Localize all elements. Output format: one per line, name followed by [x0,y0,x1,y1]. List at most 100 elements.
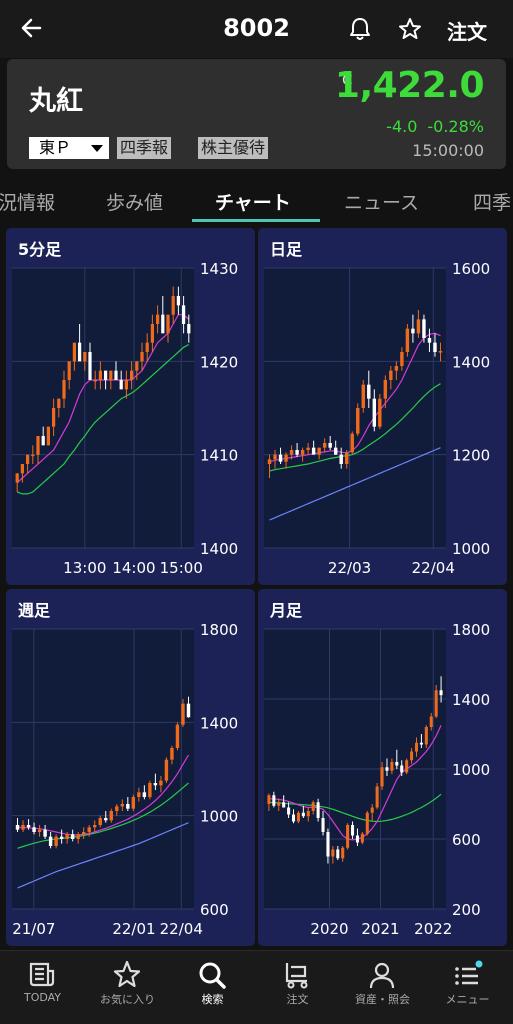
candle-body [124,380,129,390]
y-tick-label: 1400 [452,353,490,371]
chart-panel-daily[interactable]: 日足 1600 1400 1200 1000 22/03 22/04 [258,228,507,585]
candle-body [15,825,20,830]
nav-favorites[interactable]: お気に入り [85,951,170,1024]
candle-body [155,314,160,324]
tab-shikiho[interactable]: 四季 [473,188,511,215]
candle-body [427,338,432,343]
tab-status-info[interactable]: 況情報 [0,188,55,215]
tab-chart[interactable]: チャート [215,188,291,215]
newspaper-icon [29,962,55,987]
candle-body [114,370,118,380]
candle-body [109,811,113,821]
candle-body [104,818,108,821]
candle-body [81,832,86,835]
candle-body [119,380,123,390]
market-select[interactable]: 東Ｐ [29,137,109,159]
x-tick-label: 22/01 [112,920,155,938]
chart-panel-5min[interactable]: 5分足 1430 1420 1410 1400 13:00 14:00 15:00 [6,228,255,585]
candle-body [282,802,286,808]
candle-body [103,370,108,380]
chart-weekly: 1800 1400 1000 600 21/07 22/01 22/04 [12,621,238,938]
person-icon [369,962,395,989]
shikiho-tag[interactable]: 四季報 [117,137,172,159]
candle-body [267,795,271,804]
chart-panel-monthly[interactable]: 月足 1800 1400 1000 600 200 2020 2021 2022 [258,589,507,946]
candle-body [175,724,180,748]
stock-summary-card: 丸紅 C 1,422.0 -4.0 -0.28% 15:00:00 東Ｐ 四季報 … [7,59,506,169]
candle-body [331,849,335,857]
tab-news[interactable]: ニュース [344,188,419,215]
candle-body [181,703,185,725]
chart-5min: 1430 1420 1410 1400 13:00 14:00 15:00 [12,260,238,577]
candle-body [159,780,163,786]
candle-body [350,433,354,453]
cart-icon [285,963,308,989]
nav-today[interactable]: TODAY [0,951,85,1024]
candle-body [31,454,35,457]
change-percent: -0.28% [427,117,484,136]
change-value: -4.0 [386,117,418,136]
candle-body [289,450,294,455]
candle-body [385,767,389,771]
candle-body [361,384,365,408]
y-tick-label: 1600 [452,260,490,278]
candle-body [131,797,136,809]
candle-body [434,690,438,717]
candle-body [137,792,141,797]
candle-body [438,351,443,353]
candle-body [311,447,316,455]
candle-body [378,398,382,427]
nav-order[interactable]: 注文 [255,951,340,1024]
candle-body [345,452,349,464]
x-tick-label: 21/07 [12,920,55,938]
app-header: 8002 注文 [0,0,513,58]
y-tick-label: 1800 [200,621,238,639]
candle-body [390,762,394,771]
y-tick-label: 1200 [452,447,490,465]
tab-tick-history[interactable]: 歩み値 [106,188,163,215]
candle-body [21,825,25,830]
favorite-star-icon[interactable] [397,16,423,42]
candle-body [93,380,97,382]
star-icon [113,960,141,988]
candle-body [424,727,428,745]
nav-assets[interactable]: 資産・照会 [340,951,425,1024]
candle-body [414,742,419,752]
candle-body [26,825,31,828]
market-select-value: 東Ｐ [39,138,72,157]
chart-panel-weekly[interactable]: 週足 1800 1400 1000 600 21/07 22/01 22/04 [6,589,255,946]
shareholder-benefits-tag[interactable]: 株主優待 [198,137,269,159]
candle-body [186,703,191,718]
candle-body [300,450,305,455]
x-tick-label: 22/04 [412,559,455,577]
candle-body [176,296,181,306]
stock-name: 丸紅 [29,86,83,117]
chevron-down-icon [91,145,103,152]
candle-body [322,443,327,448]
candle-body [429,716,433,727]
candle-body [291,814,296,822]
candle-body [433,342,437,352]
bell-icon[interactable] [347,16,373,42]
page-title: 8002 [223,14,290,42]
candle-body [166,314,170,334]
order-link[interactable]: 注文 [447,16,487,45]
candle-body [400,765,404,773]
candle-body [46,426,51,446]
nav-menu[interactable]: メニュー [425,951,510,1024]
plot-area [12,268,194,548]
candle-body [321,818,325,832]
nav-label: お気に入り [100,993,155,1006]
candle-body [20,464,25,474]
candle-body [277,802,281,806]
y-tick-label: 1400 [200,714,238,732]
candle-body [126,804,130,809]
candle-body [372,398,377,427]
candle-body [171,296,175,315]
candle-body [65,834,69,839]
candle-body [135,361,139,371]
nav-search[interactable]: 検索 [170,951,255,1024]
nav-label: 検索 [201,993,224,1006]
candle-body [301,812,305,817]
y-tick-label: 1400 [200,540,238,558]
